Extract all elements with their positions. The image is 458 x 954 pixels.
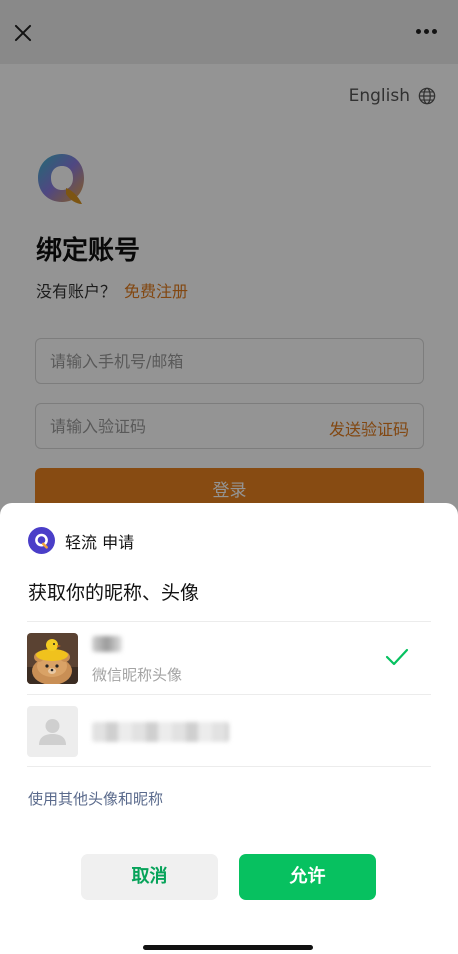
app-request-label: 轻流 申请 — [65, 532, 135, 552]
default-avatar-icon — [27, 706, 78, 757]
home-indicator — [143, 945, 313, 950]
request-title: 获取你的昵称、头像 — [28, 582, 200, 604]
cancel-button[interactable]: 取消 — [81, 854, 218, 900]
nickname-blurred — [92, 722, 229, 742]
bear-avatar-image — [27, 633, 78, 684]
app-header: 轻流 申请 — [28, 527, 134, 554]
wechat-profile-option[interactable]: 微信昵称头像 — [27, 621, 431, 694]
use-other-profile-link[interactable]: 使用其他头像和昵称 — [28, 788, 163, 809]
app-logo-icon — [28, 527, 55, 554]
check-icon — [385, 648, 409, 666]
avatar — [27, 633, 78, 684]
alternate-profile-option[interactable] — [27, 694, 431, 767]
option-subtitle: 微信昵称头像 — [92, 666, 183, 684]
allow-button[interactable]: 允许 — [239, 854, 376, 900]
authorization-sheet: 轻流 申请 获取你的昵称、头像 微信昵称头像 使用其他头像和昵称 取消 允许 — [0, 503, 458, 954]
nickname-blurred — [92, 636, 122, 652]
